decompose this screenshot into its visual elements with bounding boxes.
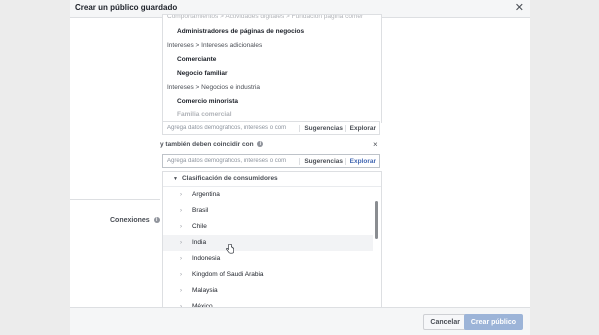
- create-audience-dialog: Crear un público guardado ✕ Comportamien…: [70, 0, 530, 335]
- search-placeholder: Agrega datos demográficos, intereses o c…: [167, 125, 287, 131]
- backdrop-left: [0, 0, 70, 335]
- caret-down-icon: ▼: [173, 176, 178, 182]
- list-category: Intereses > Negocios e industria: [167, 84, 261, 91]
- list-item[interactable]: Administradores de páginas de negocios: [177, 26, 304, 38]
- hand-cursor-icon: [226, 244, 234, 254]
- dropdown-item[interactable]: › Kingdom of Saudi Arabia: [163, 267, 373, 283]
- info-icon[interactable]: i: [257, 141, 264, 148]
- also-match-text: y también deben coincidir con: [160, 141, 254, 148]
- dropdown-item-label: Kingdom of Saudi Arabia: [192, 271, 264, 278]
- dropdown-item-label: Brasil: [192, 207, 209, 214]
- info-icon[interactable]: i: [153, 217, 160, 224]
- also-match-label: y también deben coincidir con i: [160, 141, 264, 148]
- list-category: Intereses > Intereses adicionales: [167, 42, 263, 49]
- dropdown-item-label: Argentina: [192, 191, 220, 198]
- dropdown-item-hovered[interactable]: › India: [163, 235, 373, 251]
- close-icon[interactable]: ✕: [515, 1, 524, 14]
- chevron-right-icon: ›: [180, 240, 182, 246]
- list-item[interactable]: Comercio minorista: [177, 96, 238, 108]
- chevron-right-icon: ›: [180, 256, 182, 262]
- chevron-right-icon: ›: [180, 192, 182, 198]
- dropdown-item[interactable]: › Malaysia: [163, 283, 373, 299]
- dialog-footer: Cancelar Crear público: [70, 307, 530, 335]
- explore-dropdown: ▼ Clasificación de consumidores › Argenti…: [162, 171, 382, 310]
- selected-targeting-list: Comportamientos > Actividades digitales …: [162, 14, 382, 123]
- list-item[interactable]: Negocio familiar: [177, 68, 228, 80]
- targeting-search-input[interactable]: Agrega datos demográficos, intereses o c…: [162, 121, 380, 135]
- connections-text: Conexiones: [110, 217, 150, 224]
- list-item-partial[interactable]: Familia comercial: [177, 109, 232, 121]
- create-audience-button[interactable]: Crear público: [463, 314, 523, 330]
- dropdown-header-label: Clasificación de consumidores: [181, 175, 278, 182]
- list-item[interactable]: Comerciante: [177, 54, 216, 66]
- search-placeholder: Agrega datos demográficos, intereses o c…: [167, 158, 287, 164]
- remove-narrow-close-icon[interactable]: ×: [373, 140, 378, 149]
- chevron-right-icon: ›: [180, 272, 182, 278]
- suggestions-button[interactable]: Sugerencias: [299, 125, 343, 132]
- list-category-partial: Comportamientos > Actividades digitales …: [167, 14, 364, 20]
- explore-button[interactable]: Explorar: [344, 125, 376, 132]
- dropdown-item[interactable]: › Argentina: [163, 187, 373, 203]
- dropdown-item[interactable]: › Brasil: [163, 203, 373, 219]
- explore-button[interactable]: Explorar: [344, 158, 376, 165]
- dialog-title: Crear un público guardado: [75, 3, 178, 12]
- chevron-right-icon: ›: [180, 208, 182, 214]
- scrollbar-thumb[interactable]: [375, 201, 378, 239]
- dropdown-item-label: Chile: [192, 223, 207, 230]
- suggestions-button[interactable]: Sugerencias: [299, 158, 343, 165]
- chevron-right-icon: ›: [180, 288, 182, 294]
- chevron-right-icon: ›: [180, 224, 182, 230]
- backdrop-right: [529, 0, 599, 335]
- dropdown-item[interactable]: › Chile: [163, 219, 373, 235]
- section-divider: [70, 199, 160, 200]
- dropdown-item-label: India: [192, 239, 207, 246]
- connections-label: Conexiones i: [110, 217, 160, 224]
- cancel-button[interactable]: Cancelar: [423, 314, 467, 330]
- dropdown-item-label: Malaysia: [192, 287, 218, 294]
- dropdown-item-label: Indonesia: [192, 255, 221, 262]
- narrow-search-input[interactable]: Agrega datos demográficos, intereses o c…: [162, 154, 380, 168]
- dropdown-item[interactable]: › Indonesia: [163, 251, 373, 267]
- dropdown-category-header[interactable]: ▼ Clasificación de consumidores: [163, 172, 381, 187]
